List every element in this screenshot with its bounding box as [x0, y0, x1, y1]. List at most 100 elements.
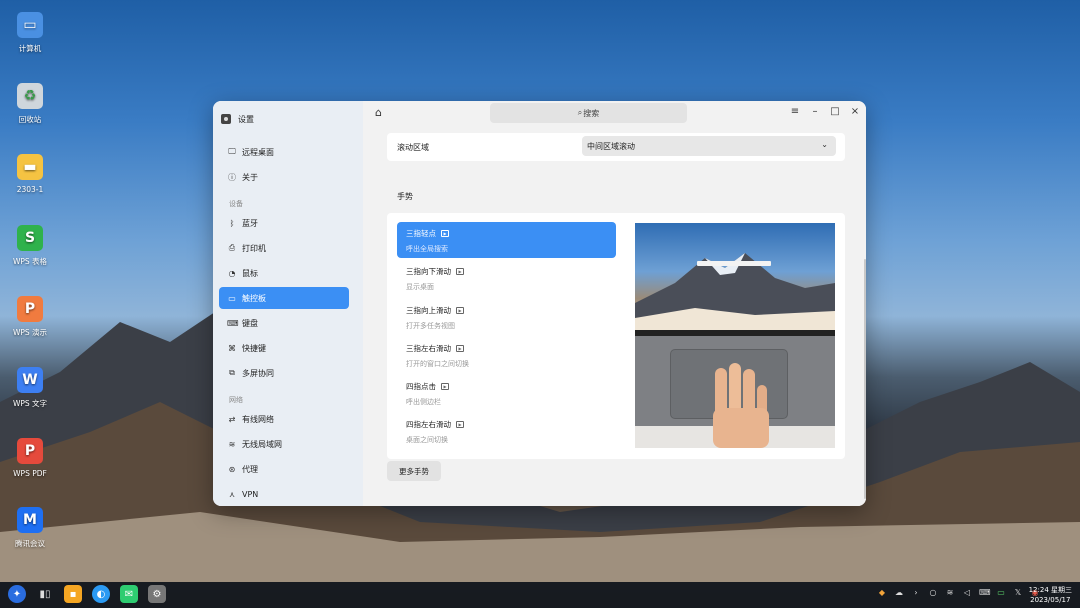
- sidebar-item-bluetooth[interactable]: ᛒ 蓝牙: [219, 212, 349, 234]
- chevron-right-icon[interactable]: ›: [911, 588, 921, 597]
- sidebar-item-multiscreen[interactable]: ⧉ 多屏协同: [219, 362, 349, 384]
- settings-content: 滚动区域 中间区域滚动 ⌄ 手势 三指轻点 ▶ 呼出全局搜索 三指向下滑动 ▶ 显示…: [387, 133, 845, 481]
- settings-window: 设置 🖵 远程桌面 ⓘ 关于 设备 ᛒ 蓝牙 ⎙ 打印机 ◔ 鼠标 ▭ 触控板 …: [213, 101, 866, 506]
- sidebar-item-label: 触控板: [242, 293, 266, 303]
- gesture-item[interactable]: 三指左右滑动 ▶ 打开的窗口之间切换: [397, 337, 616, 373]
- play-icon[interactable]: ▶: [456, 344, 464, 352]
- gesture-list: 三指轻点 ▶ 呼出全局搜索 三指向下滑动 ▶ 显示桌面 三指向上滑动 ▶ 打开多任务视…: [397, 222, 616, 452]
- file-manager-icon[interactable]: ▪: [64, 585, 82, 603]
- clock[interactable]: 12:24 星期三 2023/05/17: [1029, 585, 1072, 605]
- sidebar-item-proxy[interactable]: ⊛ 代理: [219, 458, 349, 480]
- play-icon[interactable]: ▶: [456, 268, 464, 276]
- close-icon[interactable]: ×: [850, 106, 860, 117]
- desktop-icon-computer[interactable]: ▭ 计算机: [0, 12, 60, 54]
- search-icon[interactable]: ○: [928, 588, 938, 597]
- desktop-icon-label: WPS 文字: [12, 399, 48, 408]
- sidebar-item-label: 无线局域网: [242, 439, 282, 449]
- menu-icon[interactable]: ≡: [790, 106, 800, 117]
- desktop-icon-tencent-meeting[interactable]: M 腾讯会议: [0, 507, 60, 549]
- mouse-icon: ◔: [228, 268, 236, 278]
- sidebar-item-mouse[interactable]: ◔ 鼠标: [219, 262, 349, 284]
- sidebar-group-network: 网络: [229, 396, 243, 404]
- wired-network-icon: ⇄: [228, 414, 236, 424]
- sidebar-list: 🖵 远程桌面 ⓘ 关于 设备 ᛒ 蓝牙 ⎙ 打印机 ◔ 鼠标 ▭ 触控板 ⌨ 键…: [213, 141, 363, 505]
- settings-app-icon: [221, 114, 231, 124]
- sidebar-item-about[interactable]: ⓘ 关于: [219, 166, 349, 188]
- clock-time: 12:24 星期三: [1028, 586, 1072, 594]
- search-icon: ⌕: [577, 108, 583, 117]
- sidebar-item-keyboard[interactable]: ⌨ 键盘: [219, 312, 349, 334]
- desktop-icon-wps-writer[interactable]: W WPS 文字: [0, 367, 60, 409]
- trash-icon: ♻: [17, 83, 43, 109]
- messenger-icon[interactable]: ✉: [120, 585, 138, 603]
- remote-desktop-icon: 🖵: [228, 147, 236, 156]
- settings-app-icon[interactable]: ⚙: [148, 585, 166, 603]
- system-tray: ◆ ☁ › ○ ≋ ◁ ⌨ ▭ 𝕏 ◉: [877, 588, 1040, 597]
- keyboard-icon[interactable]: ⌨: [979, 588, 991, 597]
- cloud-icon[interactable]: ☁: [894, 588, 904, 597]
- sidebar-item-vpn[interactable]: ⋏ VPN: [219, 483, 349, 505]
- gesture-item[interactable]: 三指轻点 ▶ 呼出全局搜索: [397, 222, 616, 258]
- gesture-title: 四指左右滑动: [406, 420, 451, 430]
- play-icon[interactable]: ▶: [441, 230, 449, 237]
- scroll-area-row: 滚动区域 中间区域滚动 ⌄: [387, 133, 845, 161]
- taskbar-apps: ✦ ▮▯ ▪ ◐ ✉ ⚙: [8, 585, 166, 603]
- printer-icon: ⎙: [228, 243, 236, 252]
- x-icon[interactable]: 𝕏: [1013, 588, 1023, 597]
- desktop-icon-label: WPS 表格: [12, 257, 48, 266]
- sidebar-item-label: VPN: [242, 489, 259, 499]
- gesture-item[interactable]: 三指向下滑动 ▶ 显示桌面: [397, 260, 616, 296]
- scroll-area-select[interactable]: 中间区域滚动 ⌄: [582, 136, 836, 156]
- play-icon[interactable]: ▶: [441, 383, 449, 391]
- sidebar-item-printer[interactable]: ⎙ 打印机: [219, 237, 349, 259]
- gesture-item[interactable]: 四指左右滑动 ▶ 桌面之间切换: [397, 413, 616, 449]
- more-gestures-button[interactable]: 更多手势: [387, 461, 441, 481]
- wps-slides-icon: P: [17, 296, 43, 322]
- desktop-icon-label: 2303-1: [16, 185, 44, 194]
- play-icon[interactable]: ▶: [456, 421, 464, 429]
- volume-icon[interactable]: ◁: [962, 588, 972, 597]
- sidebar-item-remote-desktop[interactable]: 🖵 远程桌面: [219, 141, 349, 163]
- desktop-icon-trash[interactable]: ♻ 回收站: [0, 83, 60, 125]
- maximize-icon[interactable]: □: [830, 106, 840, 117]
- wps-sheet-icon: S: [17, 225, 43, 251]
- start-menu-icon[interactable]: ✦: [8, 585, 26, 603]
- play-icon[interactable]: ▶: [456, 306, 464, 314]
- shortcut-icon: ⌘: [228, 343, 236, 353]
- gesture-desc: 呼出全局搜索: [406, 245, 448, 253]
- sidebar-item-label: 远程桌面: [242, 147, 274, 157]
- desktop-icon-label: 计算机: [18, 44, 42, 53]
- sidebar-item-label: 打印机: [242, 243, 266, 253]
- multitask-view-icon[interactable]: ▮▯: [36, 585, 54, 603]
- sidebar-item-label: 有线网络: [242, 414, 274, 424]
- sidebar-item-wired-network[interactable]: ⇄ 有线网络: [219, 408, 349, 430]
- sidebar-group-device: 设备: [229, 200, 243, 208]
- sidebar-item-touchpad[interactable]: ▭ 触控板: [219, 287, 349, 309]
- browser-icon[interactable]: ◐: [92, 585, 110, 603]
- home-icon[interactable]: ⌂: [375, 106, 382, 119]
- minimize-icon[interactable]: –: [810, 106, 820, 117]
- wifi-icon[interactable]: ≋: [945, 588, 955, 597]
- window-title: 设置: [238, 114, 254, 124]
- battery-icon[interactable]: ▭: [996, 588, 1006, 597]
- sidebar-item-label: 快捷键: [242, 343, 266, 353]
- gesture-item[interactable]: 三指向上滑动 ▶ 打开多任务视图: [397, 299, 616, 335]
- monitor-icon: ▭: [17, 12, 43, 38]
- gesture-item[interactable]: 四指点击 ▶ 呼出侧边栏: [397, 375, 616, 411]
- desktop-icon-wps-sheet[interactable]: S WPS 表格: [0, 225, 60, 267]
- scrollbar[interactable]: [864, 259, 866, 499]
- taskbar: ✦ ▮▯ ▪ ◐ ✉ ⚙ ◆ ☁ › ○ ≋ ◁ ⌨ ▭ 𝕏 ◉ 12:24 星…: [0, 582, 1080, 608]
- preview-hand: [713, 363, 769, 448]
- touchpad-icon: ▭: [228, 293, 236, 303]
- desktop-icon-folder[interactable]: ▬ 2303-1: [0, 154, 60, 194]
- gesture-desc: 显示桌面: [406, 283, 434, 292]
- search-input[interactable]: ⌕ 搜索: [490, 103, 687, 123]
- sidebar-item-shortcuts[interactable]: ⌘ 快捷键: [219, 337, 349, 359]
- desktop-icon-label: WPS PDF: [13, 469, 47, 478]
- gesture-desc: 打开多任务视图: [406, 321, 455, 330]
- multiscreen-icon: ⧉: [229, 368, 235, 377]
- sidebar-item-wifi[interactable]: ≋ 无线局域网: [219, 433, 349, 455]
- color-picker-icon[interactable]: ◆: [877, 588, 887, 597]
- desktop-icon-wps-slides[interactable]: P WPS 演示: [0, 296, 60, 338]
- desktop-icon-wps-pdf[interactable]: P WPS PDF: [0, 438, 60, 478]
